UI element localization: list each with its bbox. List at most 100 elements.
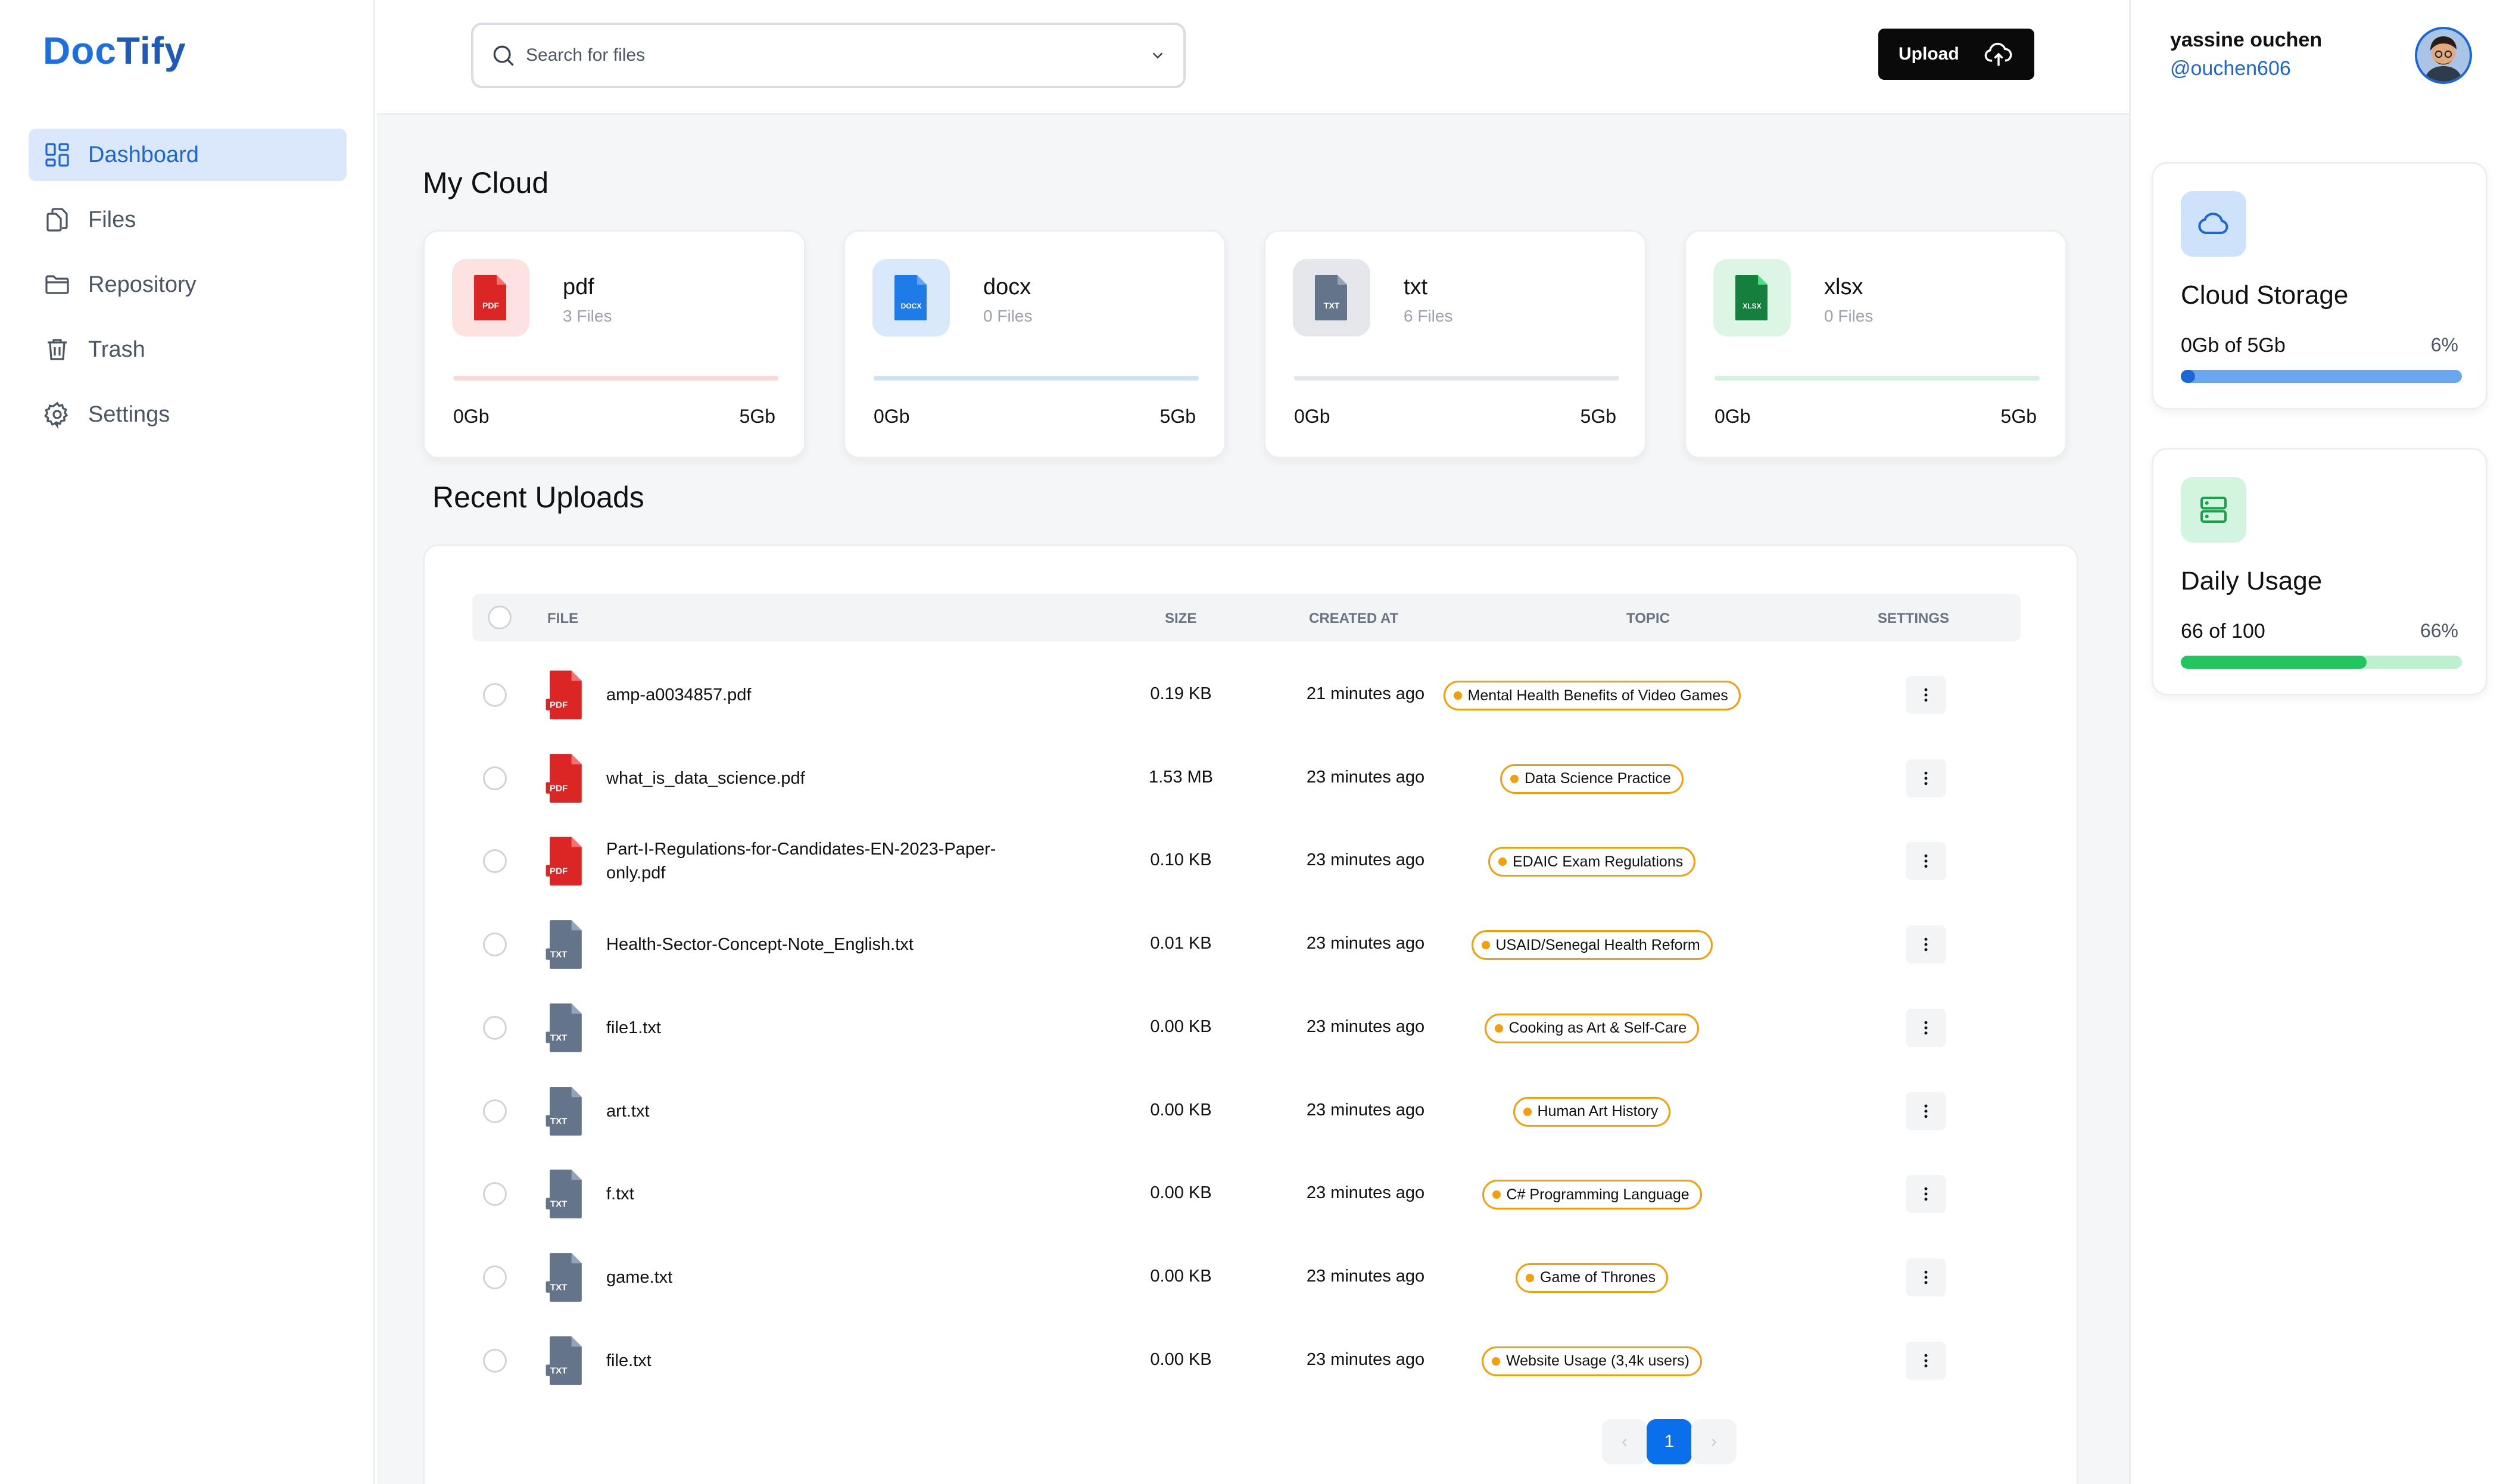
table-row[interactable]: PDF Part-I-Regulations-for-Candidates-EN-… [425, 819, 2080, 903]
cloud-storage-value: 0Gb of 5Gb [2181, 334, 2286, 357]
file-name[interactable]: art.txt [606, 1099, 1059, 1123]
sidebar-item-settings[interactable]: Settings [29, 388, 347, 441]
sidebar-item-label: Settings [88, 401, 170, 427]
table-row[interactable]: TXT art.txt 0.00 KB 23 minutes ago Human Art… [425, 1070, 2080, 1153]
created-at: 23 minutes ago [1306, 1100, 1425, 1120]
sidebar-item-dashboard[interactable]: Dashboard [29, 129, 347, 181]
row-checkbox[interactable] [483, 1182, 507, 1206]
app-logo[interactable]: DocTify [43, 29, 186, 73]
trash-icon [48, 339, 67, 360]
table-row[interactable]: TXT file1.txt 0.00 KB 23 minutes ago Cooking… [425, 986, 2080, 1070]
chevron-down-icon[interactable] [1149, 46, 1167, 64]
row-checkbox[interactable] [483, 683, 507, 707]
txt-file-icon: TXT [545, 1086, 582, 1136]
file-name[interactable]: f.txt [606, 1182, 1059, 1206]
svg-text:DOCX: DOCX [901, 302, 922, 310]
file-name[interactable]: Part-I-Regulations-for-Candidates-EN-202… [606, 837, 1047, 885]
gear-icon [43, 401, 68, 429]
file-name[interactable]: file1.txt [606, 1016, 1059, 1040]
table-row[interactable]: PDF what_is_data_science.pdf 1.53 MB 23 min… [425, 737, 2080, 820]
xlsx-file-icon: XLSX [1713, 259, 1791, 336]
txt-file-icon: TXT [1293, 259, 1370, 336]
file-type-label: PDF [550, 783, 568, 793]
row-options-button[interactable] [1906, 1258, 1946, 1296]
search-icon [493, 45, 514, 66]
table-row[interactable]: TXT file.txt 0.00 KB 23 minutes ago Website … [425, 1319, 2080, 1402]
my-cloud-title: My Cloud [423, 166, 549, 199]
prev-page-button[interactable]: ‹ [1602, 1419, 1647, 1464]
search-bar[interactable] [471, 23, 1186, 88]
sidebar-item-label: Dashboard [88, 142, 199, 167]
select-all-checkbox[interactable] [488, 606, 512, 629]
avatar[interactable] [2415, 27, 2472, 84]
file-name[interactable]: amp-a0034857.pdf [606, 683, 1059, 707]
topic-dot [1453, 691, 1462, 700]
table-row[interactable]: TXT Health-Sector-Concept-Note_English.tx… [425, 903, 2080, 986]
table-row[interactable]: TXT f.txt 0.00 KB 23 minutes ago C# Programm… [425, 1152, 2080, 1236]
txt-file-icon: TXT [545, 1253, 582, 1302]
more-vertical-icon [1924, 771, 1928, 785]
row-options-button[interactable] [1906, 925, 1946, 964]
file-name[interactable]: game.txt [606, 1265, 1059, 1289]
daily-usage-progress [2181, 656, 2462, 669]
files-icon [46, 208, 68, 232]
search-input[interactable] [526, 45, 1149, 66]
topic-dot [1481, 941, 1490, 950]
cloud-card-xlsx[interactable]: XLSX xlsx 0 Files 0Gb 5Gb [1684, 230, 2067, 459]
pdf-file-icon: PDF [545, 753, 582, 803]
top-bar: Upload [377, 0, 2129, 115]
dashboard-icon [45, 143, 69, 167]
cloud-card-docx[interactable]: DOCX docx 0 Files 0Gb 5Gb [843, 230, 1226, 459]
user-handle[interactable]: @ouchen606 [2170, 57, 2291, 80]
svg-text:XLSX: XLSX [1742, 302, 1761, 310]
sidebar-item-repository[interactable]: Repository [29, 258, 347, 311]
row-options-button[interactable] [1906, 676, 1946, 714]
row-options-button[interactable] [1906, 1092, 1946, 1130]
row-checkbox[interactable] [483, 766, 507, 790]
cloud-storage-percent: 6% [2430, 334, 2458, 356]
card-type: txt [1404, 275, 1428, 300]
sidebar-item-files[interactable]: Files [29, 194, 347, 246]
cloud-upload-icon [1984, 42, 2012, 66]
topic-label: Mental Health Benefits of Video Games [1467, 687, 1728, 704]
column-size: SIZE [1165, 610, 1197, 626]
topic-badge: Mental Health Benefits of Video Games [1443, 681, 1741, 710]
row-options-button[interactable] [1906, 1008, 1946, 1047]
row-checkbox[interactable] [483, 1015, 507, 1040]
card-type: xlsx [1824, 275, 1863, 300]
topic-label: Cooking as Art & Self-Care [1508, 1020, 1687, 1037]
topic-badge: EDAIC Exam Regulations [1488, 847, 1696, 877]
row-checkbox[interactable] [483, 933, 507, 957]
table-row[interactable]: PDF amp-a0034857.pdf 0.19 KB 21 minutes ago… [425, 653, 2080, 737]
file-name[interactable]: file.txt [606, 1349, 1059, 1373]
page-1-button[interactable]: 1 [1647, 1419, 1692, 1464]
row-checkbox[interactable] [483, 1099, 507, 1123]
sidebar-item-label: Repository [88, 272, 197, 297]
cloud-card-txt[interactable]: TXT txt 6 Files 0Gb 5Gb [1264, 230, 1647, 459]
row-checkbox[interactable] [483, 849, 507, 874]
row-checkbox[interactable] [483, 1265, 507, 1289]
file-name[interactable]: Health-Sector-Concept-Note_English.txt [606, 933, 1059, 956]
column-topic: TOPIC [1626, 610, 1670, 626]
row-options-button[interactable] [1906, 1175, 1946, 1214]
card-usage-bar [1294, 376, 1619, 381]
daily-usage-percent: 66% [2420, 620, 2458, 641]
file-type-label: TXT [550, 950, 568, 960]
sidebar-item-trash[interactable]: Trash [29, 323, 347, 376]
file-name[interactable]: what_is_data_science.pdf [606, 766, 1059, 790]
card-usage-bar [874, 376, 1199, 381]
row-checkbox[interactable] [483, 1348, 507, 1373]
next-page-button[interactable]: › [1691, 1419, 1737, 1464]
cloud-card-pdf[interactable]: PDF pdf 3 Files 0Gb 5Gb [423, 230, 806, 459]
topic-label: Data Science Practice [1525, 770, 1671, 787]
more-vertical-icon [1924, 1021, 1928, 1035]
row-options-button[interactable] [1906, 1341, 1946, 1380]
row-options-button[interactable] [1906, 842, 1946, 881]
file-size: 0.19 KB [1150, 684, 1212, 703]
created-at: 23 minutes ago [1306, 1266, 1425, 1286]
cloud-storage-progress-fill [2181, 370, 2195, 383]
upload-button[interactable]: Upload [1878, 29, 2034, 80]
row-options-button[interactable] [1906, 759, 1946, 797]
file-type-label: PDF [550, 700, 568, 710]
table-row[interactable]: TXT game.txt 0.00 KB 23 minutes ago Game of … [425, 1236, 2080, 1319]
